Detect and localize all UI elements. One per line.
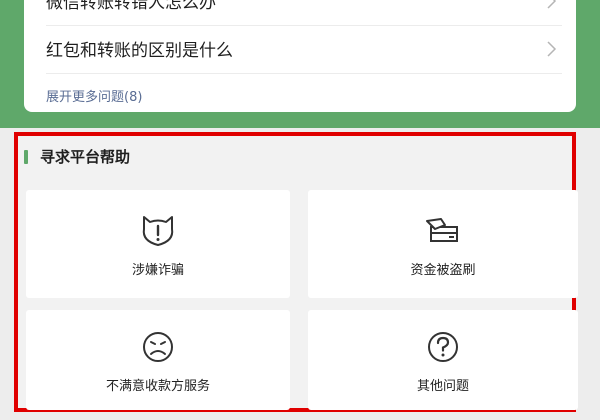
help-option-unsatisfied-service[interactable]: 不满意收款方服务: [26, 310, 290, 410]
chevron-right-icon: [540, 38, 562, 60]
section-accent-bar: [24, 149, 28, 164]
card-stolen-icon: [421, 211, 465, 251]
chevron-right-icon: [540, 0, 562, 12]
faq-item[interactable]: 红包和转账的区别是什么: [46, 24, 562, 74]
fraud-alert-icon: [136, 211, 180, 251]
help-option-fraud[interactable]: 涉嫌诈骗: [26, 190, 290, 298]
help-option-label: 其他问题: [416, 378, 469, 394]
faq-card: 微信转账转错人怎么办 红包和转账的区别是什么 展开更多问题(8): [24, 0, 576, 112]
expand-more-link[interactable]: 展开更多问题(8): [46, 86, 142, 105]
faq-item[interactable]: 微信转账转错人怎么办: [46, 0, 562, 26]
faq-item-label: 微信转账转错人怎么办: [46, 0, 216, 13]
help-option-stolen-funds[interactable]: 资金被盗刷: [308, 190, 578, 298]
platform-help-section: 寻求平台帮助 涉嫌诈骗 资金被盗刷 不满意收款方服务 其他问题: [14, 132, 578, 412]
question-icon: [421, 327, 465, 367]
faq-item-label: 红包和转账的区别是什么: [46, 41, 233, 61]
help-option-label: 涉嫌诈骗: [131, 262, 184, 278]
unhappy-face-icon: [136, 327, 180, 367]
help-option-other[interactable]: 其他问题: [308, 310, 578, 410]
help-option-label: 资金被盗刷: [410, 262, 476, 278]
help-section-title: 寻求平台帮助: [40, 148, 131, 166]
help-section-header: 寻求平台帮助: [24, 146, 130, 167]
help-option-label: 不满意收款方服务: [105, 378, 210, 394]
